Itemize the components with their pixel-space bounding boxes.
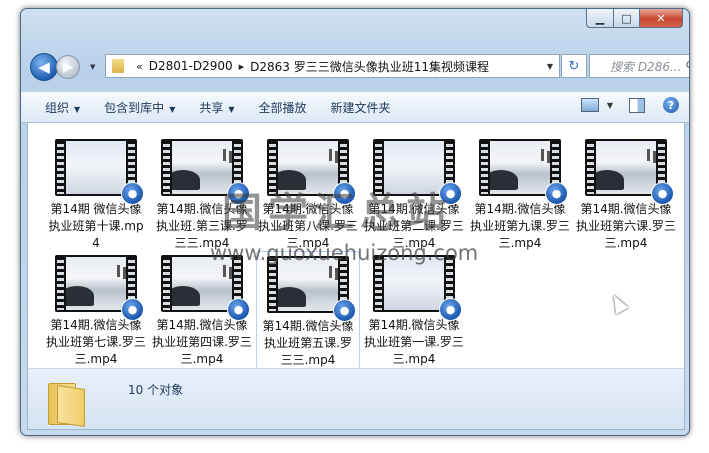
media-player-icon: ●	[651, 182, 674, 205]
breadcrumb-current[interactable]: D2863 罗三三微信头像执业班11集视频课程	[250, 58, 489, 75]
media-player-icon: ●	[227, 182, 250, 205]
file-item[interactable]: ● 第14期.微信头像执业班第七课.罗三三.mp4	[44, 251, 148, 368]
file-item[interactable]: ● 第14期.微信头像执业班第九课.罗三三.mp4	[468, 135, 572, 252]
file-item[interactable]: ● 第14期 微信头像执业班第十课.mp4	[44, 135, 148, 252]
search-input[interactable]: 搜索 D286... ⚲	[589, 54, 689, 78]
include-in-library-menu[interactable]: 包含到库中 ▼	[104, 99, 175, 116]
media-player-icon: ●	[439, 182, 462, 205]
file-item[interactable]: ● 第14期.微信头像执业班第二课.罗三三.mp4	[362, 135, 466, 252]
folder-large-icon	[48, 383, 85, 427]
breadcrumb-parent[interactable]: D2801-D2900	[149, 59, 233, 73]
media-player-icon: ●	[439, 298, 462, 321]
file-item[interactable]: ● 第14期.微信头像执业班第六课.罗三三.mp4	[574, 135, 678, 252]
explorer-window: ▁ □ ✕ ◀ ▶ ▼ « D2801-D2900 ▸ D2863 罗三三微信头…	[20, 8, 690, 436]
file-name: 第14期.微信头像执业班第五课.罗三三.mp4	[262, 319, 354, 367]
arrow-right-icon: ▶	[63, 59, 73, 75]
file-name: 第14期.微信头像执业班第六课.罗三三.mp4	[576, 202, 676, 250]
back-button[interactable]: ◀	[30, 53, 58, 81]
video-thumbnail: ●	[479, 139, 568, 205]
video-thumbnail: ●	[267, 139, 356, 205]
file-name: 第14期.微信头像执业班第一课.罗三三.mp4	[364, 318, 464, 366]
view-options-dropdown[interactable]: ▼	[607, 101, 613, 110]
change-view-icon[interactable]	[580, 98, 599, 112]
recent-pages-dropdown[interactable]: ▼	[90, 63, 95, 71]
file-item[interactable]: ● 第14期.微信头像执业班第一课.罗三三.mp4	[362, 251, 466, 368]
close-button[interactable]: ✕	[640, 9, 683, 28]
video-thumbnail: ●	[585, 139, 674, 205]
media-player-icon: ●	[545, 182, 568, 205]
breadcrumb-separator[interactable]: ▸	[239, 60, 245, 73]
file-name: 第14期.微信头像执业班第八课.罗三三.mp4	[258, 202, 358, 250]
file-list: ● 第14期 微信头像执业班第十课.mp4 ● 第14期.微信头像执业班.第三课.罗三…	[27, 123, 685, 369]
video-thumbnail: ●	[373, 255, 462, 321]
address-bar[interactable]: « D2801-D2900 ▸ D2863 罗三三微信头像执业班11集视频课程 …	[105, 54, 560, 78]
toolbar-right: ▼ ?	[580, 97, 679, 113]
new-folder-button[interactable]: 新建文件夹	[331, 99, 391, 116]
preview-pane-icon[interactable]	[629, 97, 645, 113]
minimize-button[interactable]: ▁	[586, 9, 614, 28]
media-player-icon: ●	[121, 182, 144, 205]
media-player-icon: ●	[227, 298, 250, 321]
organize-menu[interactable]: 组织 ▼	[45, 99, 80, 116]
video-thumbnail: ●	[55, 139, 144, 205]
file-name: 第14期.微信头像执业班第九课.罗三三.mp4	[470, 202, 570, 250]
file-item[interactable]: ● 第14期.微信头像执业班.第三课.罗三三.mp4	[150, 135, 254, 252]
video-thumbnail: ●	[161, 139, 250, 205]
file-name: 第14期.微信头像执业班第二课.罗三三.mp4	[364, 202, 464, 250]
video-thumbnail: ●	[267, 256, 356, 322]
arrow-left-icon: ◀	[38, 58, 50, 76]
play-all-button[interactable]: 全部播放	[259, 99, 307, 116]
file-item[interactable]: ● 第14期.微信头像执业班第四课.罗三三.mp4	[150, 251, 254, 368]
file-item[interactable]: ● 第14期.微信头像执业班第八课.罗三三.mp4	[256, 135, 360, 252]
media-player-icon: ●	[333, 299, 356, 322]
video-thumbnail: ●	[55, 255, 144, 321]
share-menu[interactable]: 共享 ▼	[199, 99, 234, 116]
video-thumbnail: ●	[161, 255, 250, 321]
file-name: 第14期.微信头像执业班第四课.罗三三.mp4	[152, 318, 252, 366]
media-player-icon: ●	[121, 298, 144, 321]
item-count: 10 个对象	[128, 383, 184, 397]
folder-icon	[112, 59, 124, 73]
search-placeholder: 搜索 D286...	[610, 59, 682, 74]
maximize-button[interactable]: □	[614, 9, 640, 28]
refresh-button[interactable]: ↻	[561, 54, 587, 78]
details-pane: 10 个对象	[27, 368, 685, 430]
address-dropdown[interactable]: ▼	[541, 62, 559, 71]
forward-button[interactable]: ▶	[56, 55, 80, 79]
refresh-icon: ↻	[568, 58, 580, 74]
file-name: 第14期 微信头像执业班第十课.mp4	[48, 202, 144, 250]
caption-buttons: ▁ □ ✕	[586, 9, 683, 28]
help-icon[interactable]: ?	[663, 97, 679, 113]
overflow-chevron[interactable]: «	[136, 60, 143, 73]
search-icon: ⚲	[685, 59, 689, 73]
file-item[interactable]: ● 第14期.微信头像执业班第五课.罗三三.mp4	[256, 251, 360, 369]
file-name: 第14期.微信头像执业班.第三课.罗三三.mp4	[156, 202, 248, 250]
video-thumbnail: ●	[373, 139, 462, 205]
command-bar: 组织 ▼ 包含到库中 ▼ 共享 ▼ 全部播放 新建文件夹 ▼ ?	[21, 91, 689, 123]
media-player-icon: ●	[333, 182, 356, 205]
file-name: 第14期.微信头像执业班第七课.罗三三.mp4	[46, 318, 146, 366]
